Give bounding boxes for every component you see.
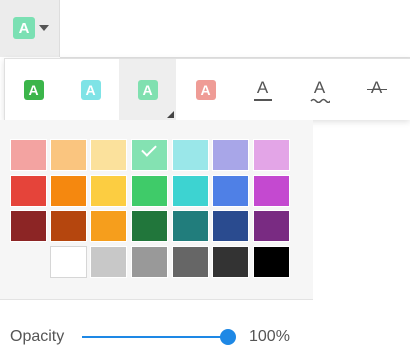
color-swatch[interactable] bbox=[90, 175, 127, 207]
style-mint-light-button[interactable]: A bbox=[119, 59, 176, 120]
opacity-slider[interactable] bbox=[82, 329, 236, 345]
color-swatch[interactable] bbox=[10, 210, 47, 242]
color-swatch[interactable] bbox=[50, 175, 87, 207]
color-swatch[interactable] bbox=[253, 246, 290, 278]
color-swatch[interactable] bbox=[131, 210, 168, 242]
opacity-slider-thumb[interactable] bbox=[220, 329, 236, 345]
opacity-label: Opacity bbox=[10, 328, 65, 345]
color-swatch[interactable] bbox=[212, 139, 249, 171]
opacity-slider-fill bbox=[82, 336, 228, 338]
style-letter: A bbox=[137, 79, 158, 100]
color-swatch[interactable] bbox=[253, 210, 290, 242]
style-strikethrough-button[interactable]: A bbox=[348, 59, 405, 120]
color-swatch[interactable] bbox=[50, 139, 87, 171]
style-letter: A bbox=[80, 79, 101, 100]
opacity-row: Opacity 100% bbox=[0, 300, 410, 358]
color-swatch[interactable] bbox=[212, 210, 249, 242]
color-swatch[interactable] bbox=[212, 246, 249, 278]
color-swatch[interactable] bbox=[131, 139, 168, 171]
color-swatch[interactable] bbox=[253, 139, 290, 171]
color-swatch[interactable] bbox=[131, 246, 168, 278]
style-salmon-button[interactable]: A bbox=[177, 59, 234, 120]
text-style-row: AAAAAAA bbox=[4, 58, 410, 120]
color-swatch[interactable] bbox=[50, 210, 87, 242]
checkmark-icon bbox=[141, 141, 157, 157]
color-swatch[interactable] bbox=[172, 246, 209, 278]
chevron-down-icon bbox=[39, 25, 49, 31]
wavy-underline-icon bbox=[309, 98, 330, 103]
color-swatch[interactable] bbox=[50, 246, 87, 278]
style-green-solid-button[interactable]: A bbox=[5, 59, 62, 120]
style-letter: A bbox=[309, 78, 330, 103]
style-letter: A bbox=[23, 79, 44, 100]
style-underline-button[interactable]: A bbox=[234, 59, 291, 120]
color-swatch[interactable] bbox=[90, 210, 127, 242]
strikethrough-icon bbox=[366, 88, 387, 90]
corner-indicator-icon bbox=[167, 111, 174, 118]
color-swatch[interactable] bbox=[10, 139, 47, 171]
underline-icon bbox=[253, 98, 272, 101]
color-palette bbox=[0, 120, 313, 300]
color-swatch[interactable] bbox=[90, 246, 127, 278]
style-letter: A bbox=[366, 78, 387, 102]
color-swatch[interactable] bbox=[10, 175, 47, 207]
color-swatch[interactable] bbox=[131, 175, 168, 207]
text-color-trigger[interactable]: A bbox=[0, 0, 60, 57]
style-wavy-underline-button[interactable]: A bbox=[291, 59, 348, 120]
color-swatch[interactable] bbox=[212, 175, 249, 207]
color-swatch[interactable] bbox=[172, 175, 209, 207]
color-swatch[interactable] bbox=[253, 175, 290, 207]
style-letter: A bbox=[253, 78, 273, 102]
text-color-preview-chip: A bbox=[13, 17, 35, 39]
color-swatch[interactable] bbox=[90, 139, 127, 171]
color-swatch[interactable] bbox=[172, 210, 209, 242]
style-cyan-light-button[interactable]: A bbox=[62, 59, 119, 120]
color-swatch[interactable] bbox=[172, 139, 209, 171]
style-letter: A bbox=[195, 79, 216, 100]
opacity-value: 100% bbox=[249, 328, 290, 345]
